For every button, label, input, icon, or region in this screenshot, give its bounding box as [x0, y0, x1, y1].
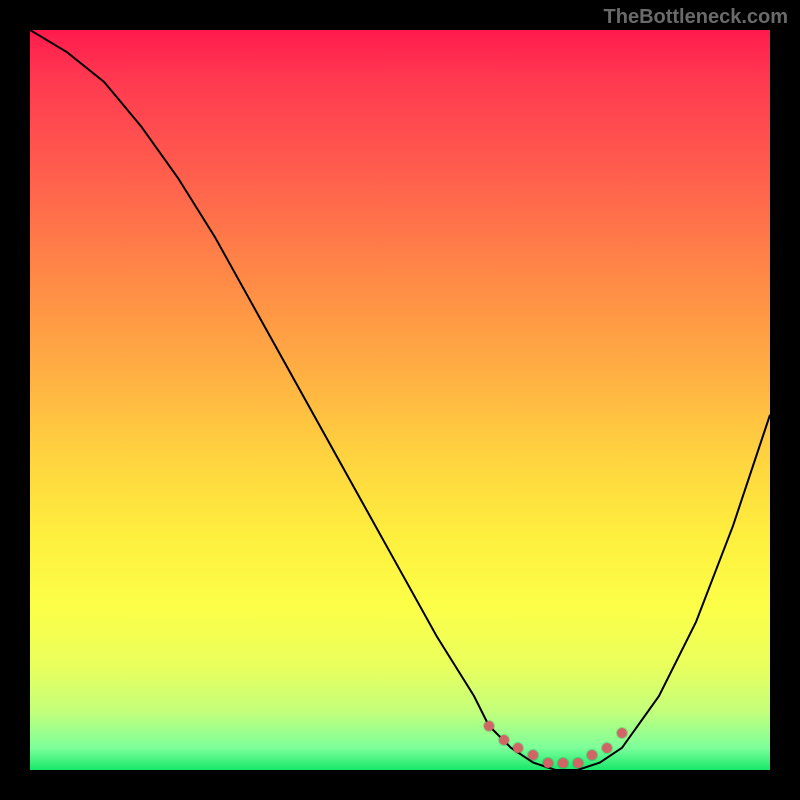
marker-dot — [602, 743, 612, 753]
marker-dot — [617, 728, 627, 738]
watermark-text: TheBottleneck.com — [604, 6, 788, 29]
marker-dot — [484, 721, 494, 731]
marker-dot — [528, 750, 538, 760]
marker-dot — [513, 743, 523, 753]
marker-dot — [573, 758, 583, 768]
marker-dot — [587, 750, 597, 760]
chart-plot-area — [30, 30, 770, 770]
marker-dot — [499, 735, 509, 745]
marker-dot — [558, 758, 568, 768]
marker-dot — [543, 758, 553, 768]
marker-band — [30, 30, 770, 770]
